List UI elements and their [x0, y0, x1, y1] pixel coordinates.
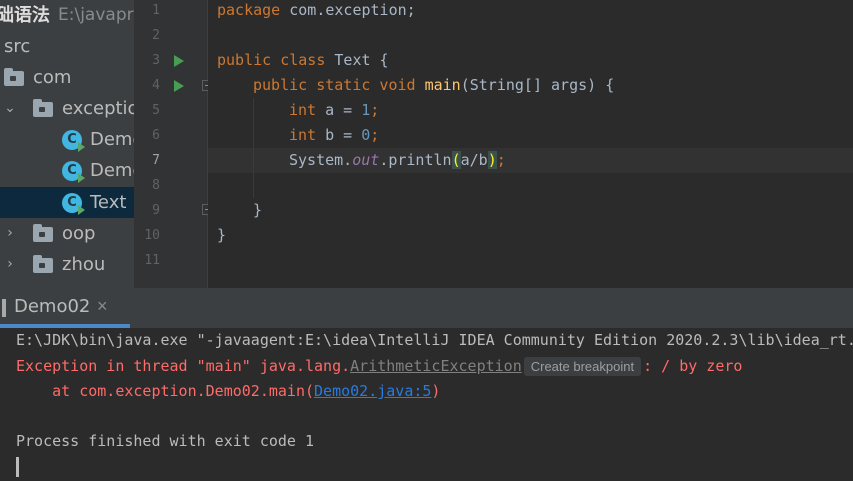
chevron-down-icon[interactable]: ⌄	[3, 93, 17, 124]
source-location-link[interactable]: Demo02.java:5	[314, 382, 431, 400]
line-number-active: 7	[152, 153, 160, 168]
tree-item-label: zhou	[62, 254, 106, 275]
line-number: 4	[152, 78, 160, 93]
close-icon[interactable]: ×	[97, 296, 108, 317]
line-number: 3	[152, 53, 160, 68]
project-tree: 础语法 E:\javapro src com ⌄ exception Demo0…	[0, 0, 134, 288]
line-number: 5	[152, 103, 160, 118]
project-title-row[interactable]: 础语法 E:\javapro	[0, 0, 134, 31]
tree-item-text[interactable]: Text	[0, 187, 134, 218]
line-number: 1	[152, 3, 160, 18]
code-line-5: int a = 1;	[289, 101, 380, 119]
exception-class-link[interactable]: ArithmeticException	[350, 357, 522, 375]
tree-item-label: Demo02	[90, 160, 134, 181]
folder-icon	[33, 255, 53, 273]
tree-item-demo02[interactable]: Demo02	[0, 155, 134, 186]
tree-item-exception[interactable]: ⌄ exception	[0, 93, 134, 124]
code-line-10: }	[217, 226, 227, 244]
tree-item-label: src	[4, 36, 31, 57]
code-line-4: public static void main(String[] args) {	[253, 76, 615, 94]
run-config-icon	[2, 299, 6, 317]
line-number: 9	[152, 203, 160, 218]
code-line-1: package com.exception;	[217, 1, 416, 19]
code-line-7: System.out.println(a/b);	[289, 151, 506, 169]
console-exception-line: Exception in thread "main" java.lang.Ari…	[16, 357, 743, 376]
line-number: 6	[152, 128, 160, 143]
folder-icon	[33, 99, 53, 117]
text-cursor	[16, 457, 19, 477]
console-exit-line: Process finished with exit code 1	[16, 432, 315, 450]
tree-item-zhou[interactable]: › zhou	[0, 249, 134, 280]
tree-item-oop[interactable]: › oop	[0, 218, 134, 249]
tree-item-com[interactable]: com	[0, 62, 134, 93]
chevron-right-icon[interactable]: ›	[3, 218, 17, 249]
tree-item-label: Text	[90, 192, 127, 213]
run-tab-label: Demo02	[14, 296, 91, 317]
code-line-9: }	[253, 201, 263, 219]
run-tool-window-header: Demo02 ×	[0, 288, 853, 328]
tree-item-label: Demo01	[90, 129, 134, 150]
create-breakpoint-button[interactable]: Create breakpoint	[523, 357, 642, 376]
java-class-icon	[62, 193, 85, 215]
java-class-icon	[62, 130, 85, 152]
run-main-icon[interactable]	[174, 80, 184, 92]
run-tab-demo02[interactable]: Demo02 ×	[0, 288, 130, 328]
line-number: 10	[144, 228, 160, 243]
folder-icon	[33, 224, 53, 242]
console-stack-line: at com.exception.Demo02.main(Demo02.java…	[16, 382, 441, 400]
console-command-line: E:\JDK\bin\java.exe "-javaagent:E:\idea\…	[16, 331, 853, 349]
line-number: 8	[152, 178, 160, 193]
tree-item-label: com	[33, 67, 72, 88]
project-title: 础语法	[0, 5, 50, 26]
indent-guide	[253, 98, 254, 198]
tree-item-src[interactable]: src	[0, 31, 134, 62]
code-line-3: public class Text {	[217, 51, 389, 69]
java-class-icon	[62, 161, 85, 183]
tree-item-demo01[interactable]: Demo01	[0, 124, 134, 155]
run-class-icon[interactable]	[174, 55, 184, 67]
code-editor[interactable]: package com.exception; public class Text…	[208, 0, 853, 288]
line-number: 2	[152, 28, 160, 43]
tree-item-label: oop	[62, 223, 96, 244]
project-path: E:\javapro	[58, 5, 134, 25]
tree-item-label: exception	[62, 98, 134, 119]
run-console[interactable]: E:\JDK\bin\java.exe "-javaagent:E:\idea\…	[0, 328, 853, 481]
code-line-6: int b = 0;	[289, 126, 380, 144]
line-number: 11	[144, 253, 160, 268]
folder-icon	[4, 68, 24, 86]
chevron-right-icon[interactable]: ›	[3, 249, 17, 280]
